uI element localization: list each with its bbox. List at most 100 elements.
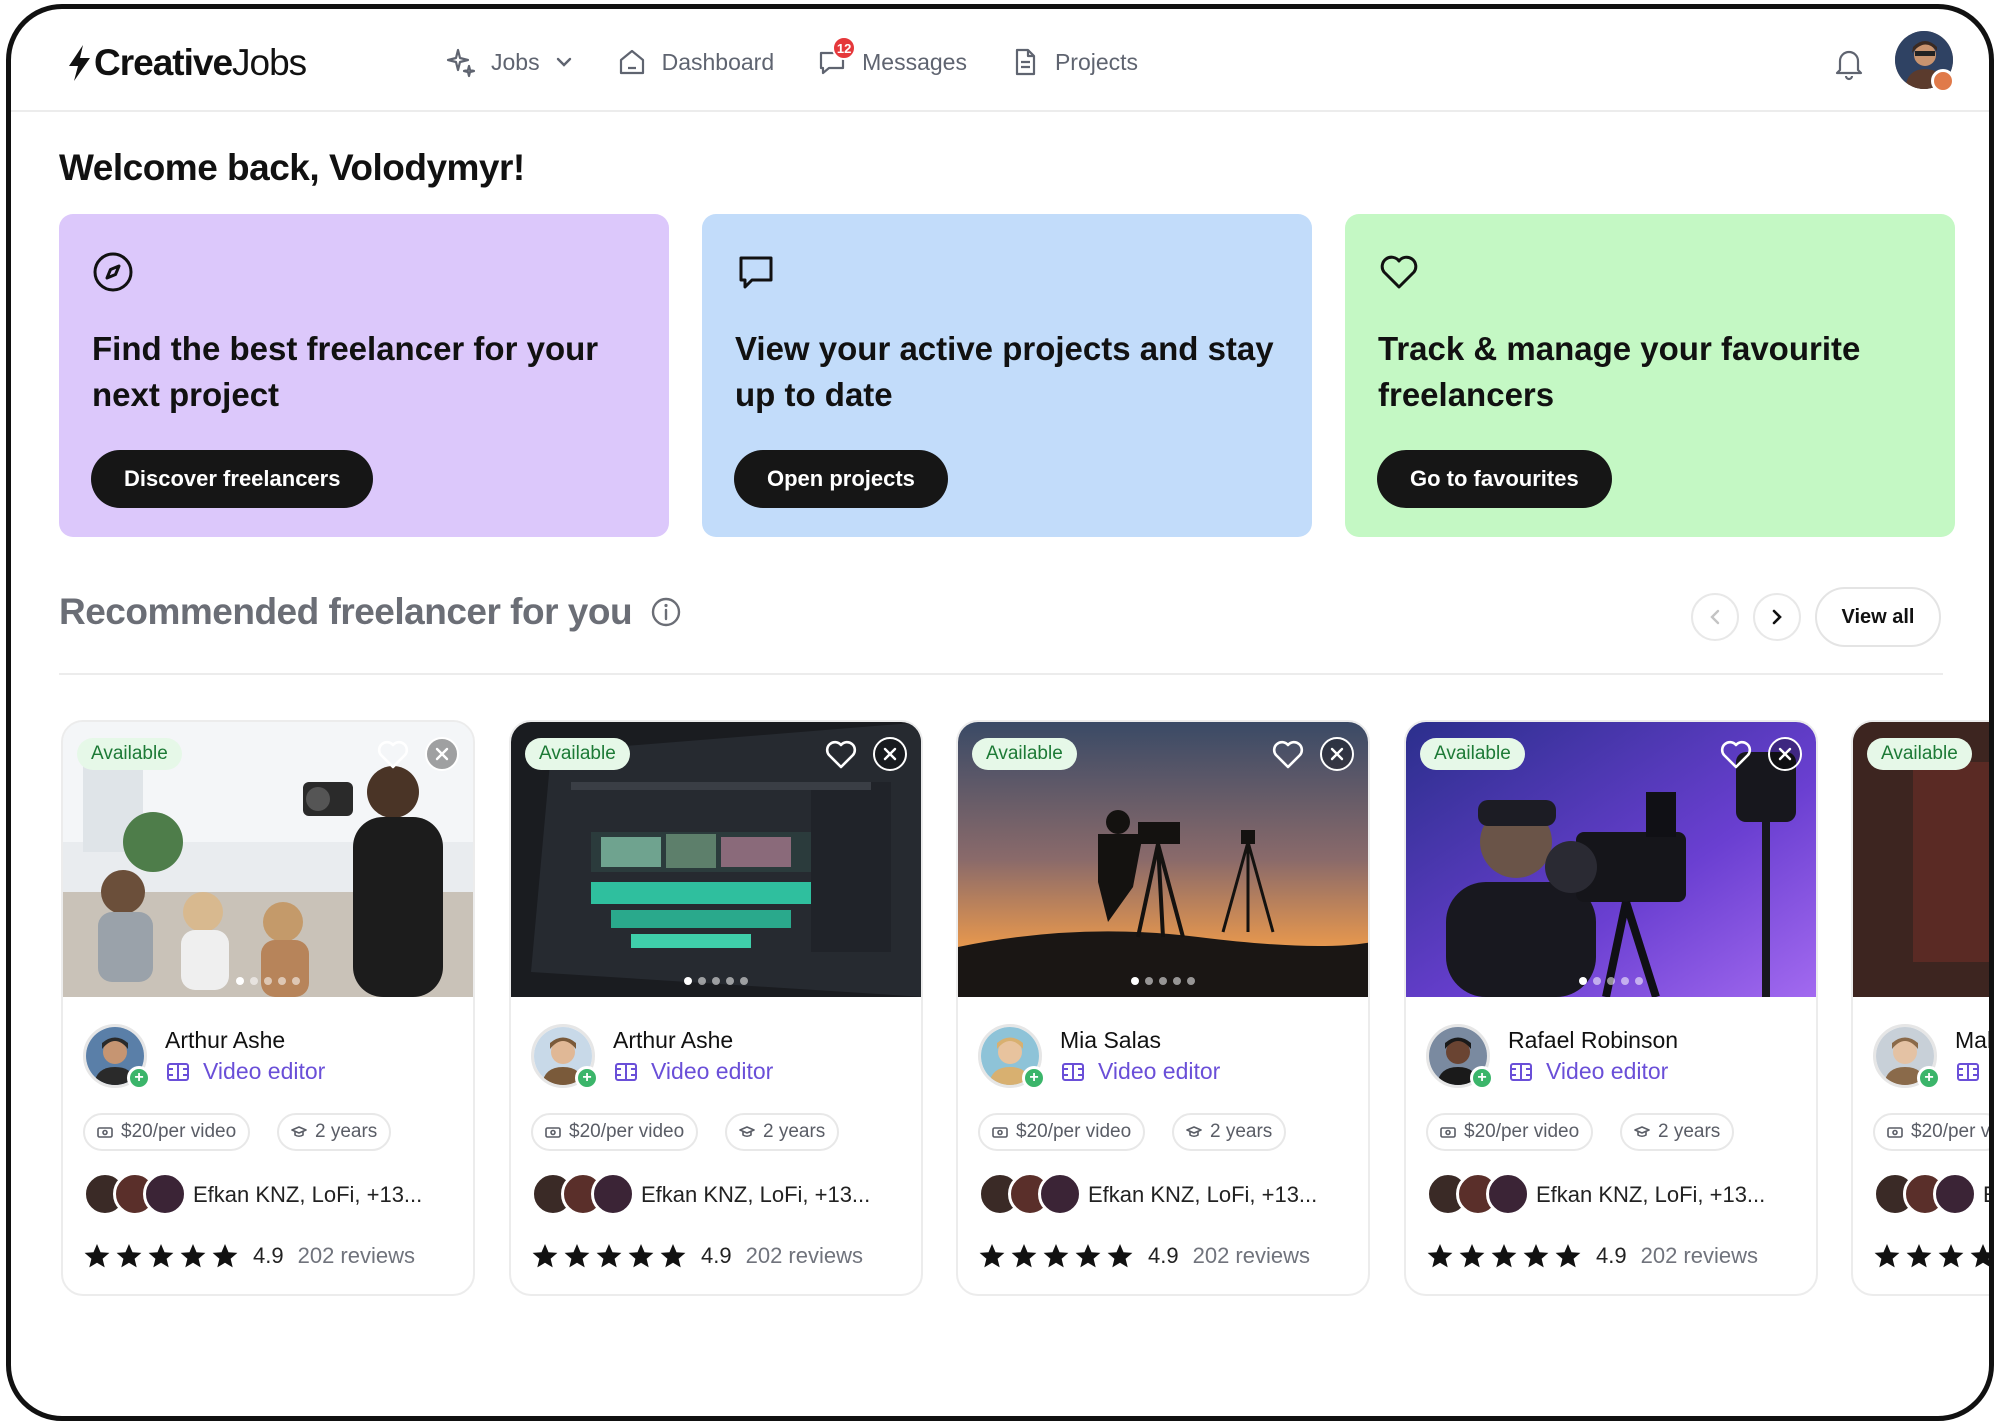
clients-label: Efkan KNZ, LoFi, +13... xyxy=(641,1182,871,1207)
top-navigation-bar: Creative Jobs Jobs Dashboard 12 Messages … xyxy=(11,9,1989,112)
freelancer-card[interactable]: Available + Mia Salas Video editor $20/p… xyxy=(956,720,1370,1296)
freelancer-card[interactable]: Available + Arthur Ashe Video editor $20… xyxy=(509,720,923,1296)
nav-dashboard-label: Dashboard xyxy=(661,48,775,75)
freelancer-photo[interactable]: Available xyxy=(958,722,1368,997)
star-icon xyxy=(1043,1244,1069,1268)
video-icon xyxy=(167,1062,189,1081)
video-icon xyxy=(615,1062,637,1081)
clients-label: Efkan KNZ, LoFi, +13... xyxy=(1088,1182,1318,1207)
recommended-title: Recommended freelancer for you xyxy=(59,591,633,632)
experience-chip: 2 years xyxy=(725,1113,840,1151)
video-icon xyxy=(1062,1062,1084,1081)
client-avatars xyxy=(978,1172,1082,1216)
carousel-prev-button[interactable] xyxy=(1691,593,1739,641)
money-icon xyxy=(1440,1127,1456,1138)
open-projects-button[interactable]: Open projects xyxy=(734,450,948,508)
dismiss-button[interactable] xyxy=(873,737,907,771)
info-icon[interactable] xyxy=(650,596,682,628)
nav-projects[interactable]: Projects xyxy=(1009,46,1138,78)
view-all-button[interactable]: View all xyxy=(1815,587,1941,647)
freelancer-card[interactable]: Available + Arthur Ashe Video editor $20… xyxy=(61,720,475,1296)
freelancer-name[interactable]: Arthur Ashe xyxy=(613,1027,733,1054)
freelancer-photo[interactable]: Available xyxy=(511,722,921,997)
rate-label: $20/per video xyxy=(1016,1121,1132,1142)
availability-badge: Available xyxy=(77,738,182,770)
freelancer-card[interactable]: Available + Mak V $20/per v Ef xyxy=(1851,720,1989,1296)
experience-label: 2 years xyxy=(1210,1121,1273,1142)
carousel-next-button[interactable] xyxy=(1753,593,1801,641)
graduation-cap-icon xyxy=(291,1126,307,1138)
nav-dashboard[interactable]: Dashboard xyxy=(616,46,775,78)
freelancer-role: Video editor xyxy=(1508,1058,1668,1085)
star-icon xyxy=(148,1244,174,1268)
chevron-down-icon xyxy=(556,57,571,67)
messages-count-badge: 12 xyxy=(832,36,857,60)
freelancer-name[interactable]: Rafael Robinson xyxy=(1508,1027,1678,1054)
freelancer-photo[interactable]: Available xyxy=(1853,722,1989,997)
reviews-count[interactable]: 202 reviews xyxy=(1641,1243,1758,1269)
star-icon xyxy=(1491,1244,1517,1268)
freelancer-role-label: Video editor xyxy=(203,1058,326,1084)
graduation-cap-icon xyxy=(739,1126,755,1138)
star-icon xyxy=(596,1244,622,1268)
freelancer-name[interactable]: Arthur Ashe xyxy=(165,1027,285,1054)
freelancer-card[interactable]: Available + Rafael Robinson Video editor… xyxy=(1404,720,1818,1296)
logo[interactable]: Creative Jobs xyxy=(66,41,307,85)
freelancer-role: Video editor xyxy=(1060,1058,1220,1085)
star-icon xyxy=(979,1244,1005,1268)
star-icon xyxy=(1427,1244,1453,1268)
freelancer-photo[interactable]: Available xyxy=(63,722,473,997)
dismiss-button[interactable] xyxy=(425,737,459,771)
freelancer-role-label: Video editor xyxy=(1546,1058,1669,1084)
go-to-favourites-button[interactable]: Go to favourites xyxy=(1377,450,1612,508)
reviews-count[interactable]: 202 reviews xyxy=(1193,1243,1310,1269)
star-icon xyxy=(1555,1244,1581,1268)
client-avatar xyxy=(591,1172,635,1216)
rating-row: 4.9 202 reviews xyxy=(83,1242,415,1270)
nav-jobs[interactable]: Jobs xyxy=(445,46,574,78)
video-icon xyxy=(1510,1062,1532,1081)
reviews-count[interactable]: 202 reviews xyxy=(298,1243,415,1269)
bolt-icon xyxy=(69,45,90,81)
discover-freelancers-button[interactable]: Discover freelancers xyxy=(91,450,374,508)
rate-label: $20/per video xyxy=(121,1121,237,1142)
photo-pagination-dots[interactable] xyxy=(681,977,751,985)
verified-plus-badge: + xyxy=(575,1066,599,1090)
rate-chip: $20/per v xyxy=(1873,1113,1989,1151)
nav-messages[interactable]: 12 Messages xyxy=(816,36,967,78)
rate-label: $20/per video xyxy=(1464,1121,1580,1142)
freelancer-role-label: Video editor xyxy=(651,1058,774,1084)
main-nav: Jobs Dashboard 12 Messages Projects xyxy=(445,36,1180,85)
freelancer-photo[interactable]: Available xyxy=(1406,722,1816,997)
money-icon xyxy=(97,1127,113,1138)
freelancer-role: Video editor xyxy=(613,1058,773,1085)
nav-jobs-label: Jobs xyxy=(491,48,540,75)
favourite-heart-icon[interactable] xyxy=(1270,736,1306,772)
freelancer-name[interactable]: Mak xyxy=(1955,1027,1989,1054)
photo-pagination-dots[interactable] xyxy=(1576,977,1646,985)
photo-pagination-dots[interactable] xyxy=(1128,977,1198,985)
heart-icon xyxy=(1380,255,1418,289)
nav-messages-label: Messages xyxy=(862,48,967,75)
favourite-heart-icon[interactable] xyxy=(375,736,411,772)
close-icon xyxy=(1330,747,1344,761)
dismiss-button[interactable] xyxy=(1768,737,1802,771)
favourite-heart-icon[interactable] xyxy=(1718,736,1754,772)
rate-chip: $20/per video xyxy=(978,1113,1146,1151)
star-icon xyxy=(1075,1244,1101,1268)
bell-icon[interactable] xyxy=(1831,45,1867,81)
client-avatars xyxy=(83,1172,187,1216)
star-icon xyxy=(628,1244,654,1268)
section-divider xyxy=(59,673,1943,675)
availability-badge: Available xyxy=(1867,738,1972,770)
favourite-heart-icon[interactable] xyxy=(823,736,859,772)
star-icon xyxy=(116,1244,142,1268)
sparkle-icon xyxy=(446,48,476,78)
availability-badge: Available xyxy=(1420,738,1525,770)
reviews-count[interactable]: 202 reviews xyxy=(746,1243,863,1269)
photo-pagination-dots[interactable] xyxy=(233,977,303,985)
freelancer-name[interactable]: Mia Salas xyxy=(1060,1027,1161,1054)
star-icon xyxy=(1107,1244,1133,1268)
dismiss-button[interactable] xyxy=(1320,737,1354,771)
freelancer-role: Video editor xyxy=(165,1058,325,1085)
